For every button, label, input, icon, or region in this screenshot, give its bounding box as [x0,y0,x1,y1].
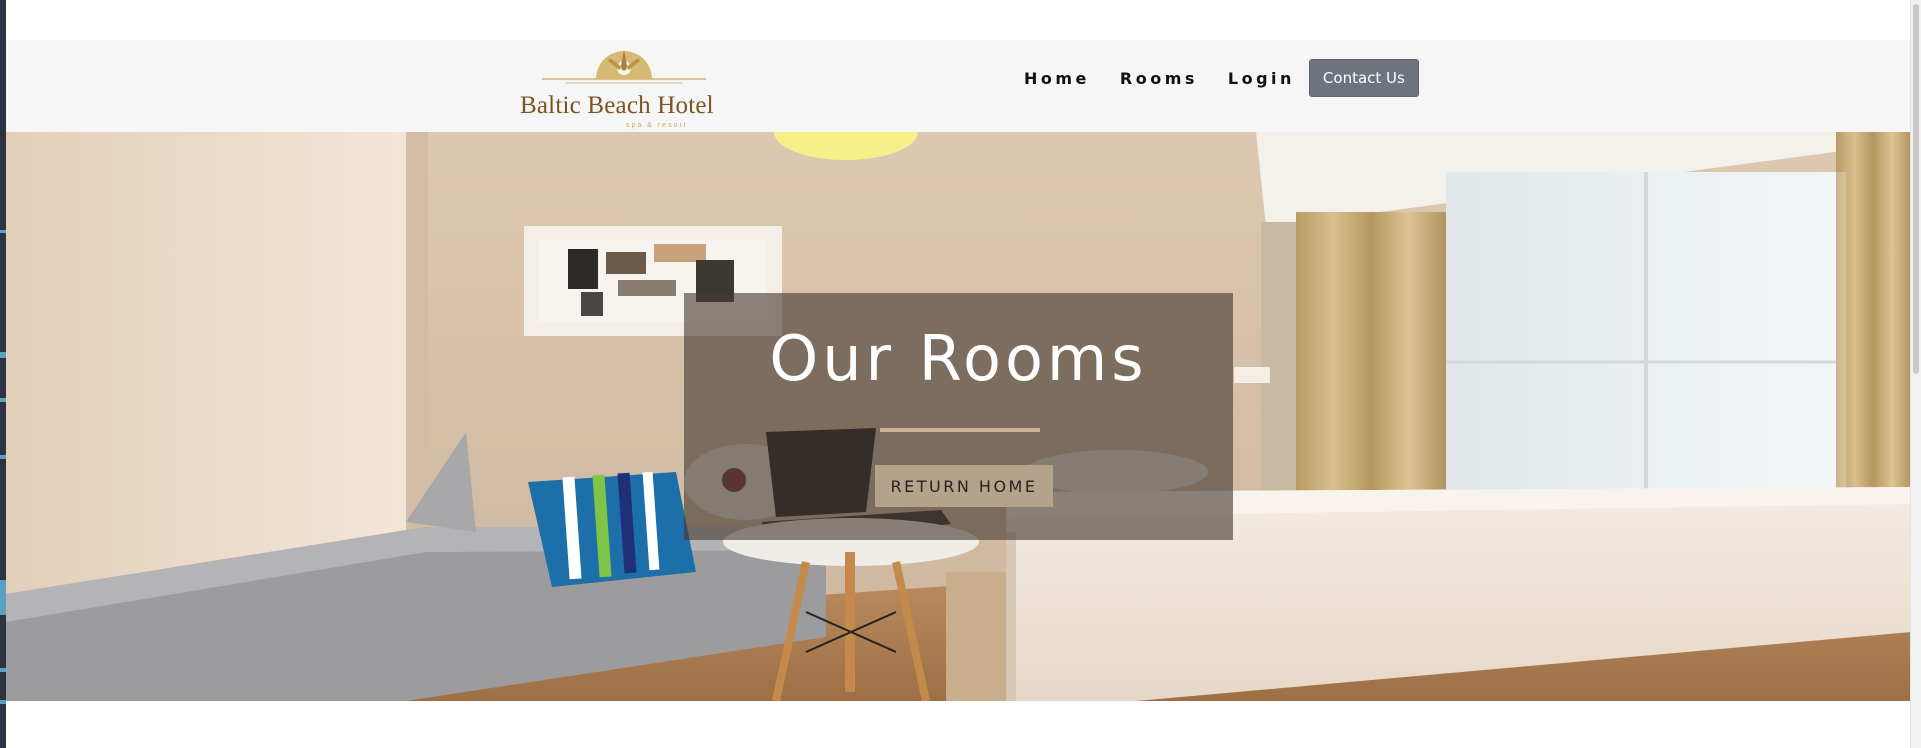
nav-link-login[interactable]: Login [1228,69,1295,88]
nav-link-home[interactable]: Home [1024,69,1090,88]
brand-tagline: spa & resort [626,122,688,129]
scrollbar-thumb[interactable] [1913,4,1919,374]
browser-viewport: Baltic Beach Hotel spa & resort Home Roo… [0,0,1921,748]
nav-menu: Home Rooms Login Contact Us [1024,59,1419,97]
nav-link-rooms[interactable]: Rooms [1120,69,1198,88]
page-scrollbar[interactable] [1910,0,1921,748]
compass-emblem-icon [542,50,706,84]
hero-divider [880,428,1040,432]
brand-logo[interactable]: Baltic Beach Hotel spa & resort [518,48,730,129]
hero-banner: Our Rooms RETURN HOME [6,132,1911,701]
return-home-button[interactable]: RETURN HOME [875,465,1053,507]
hero-overlay-panel: Our Rooms RETURN HOME [684,293,1233,540]
contact-us-button[interactable]: Contact Us [1308,59,1419,97]
brand-name: Baltic Beach Hotel [520,92,714,119]
site-navbar: Baltic Beach Hotel spa & resort Home Roo… [6,40,1911,132]
hero-title: Our Rooms [769,322,1148,395]
